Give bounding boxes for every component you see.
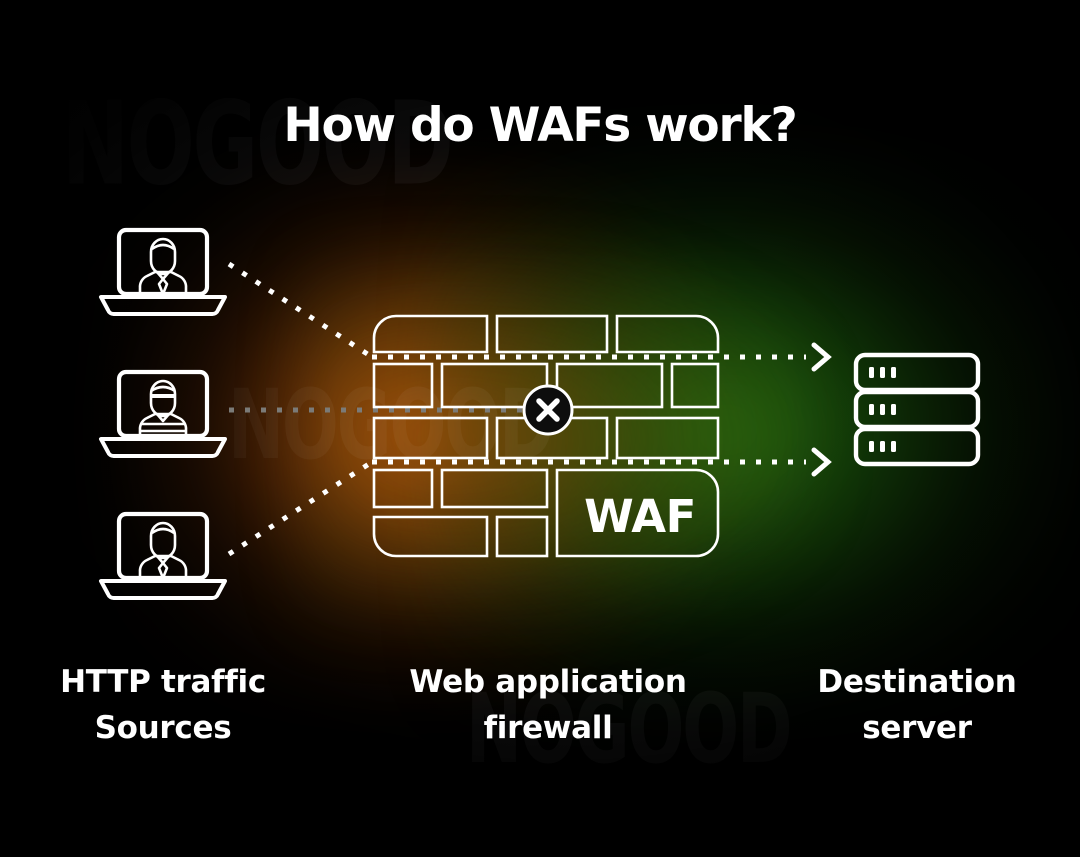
brick-r3-c1 [372,416,489,460]
source-laptop-2 [99,369,227,458]
arrow-head-bottom [811,447,832,477]
waf-label: WAF [584,490,696,543]
brick-r5-c2 [495,515,549,558]
server-unit-2 [853,389,981,430]
brick-r2-c1 [372,362,434,409]
person-figure-1 [138,237,188,296]
brick-r4-c2 [440,468,549,509]
brick-r3-c3 [615,416,720,460]
caption-mid-line-2: firewall [483,709,613,746]
caption-right-line-2: server [862,709,972,746]
caption-left-line-1: HTTP traffic [60,664,266,700]
brick-r2-c3 [555,362,664,409]
person-tie-3 [157,561,169,580]
source-laptop-3 [99,511,227,600]
person-hair-3 [151,527,175,535]
arrow-head-top [811,342,832,372]
brick-r4-c1 [372,468,434,509]
brick-r2-c4 [670,362,720,409]
person-figure-3 [138,521,188,580]
caption-right-line-1: Destination [817,664,1017,700]
laptop-base-1 [99,295,227,316]
hacker-figure-2 [138,379,188,438]
brick-r1-c3 [615,314,720,354]
laptop-base-3 [99,579,227,600]
flow-line-source-1-in [227,261,374,360]
brick-r5-c1 [372,515,489,558]
hacker-stripes-2 [140,422,186,433]
page-title: How do WAFs work? [283,98,797,153]
blocked-marker [522,384,574,436]
laptop-base-2 [99,437,227,458]
caption-left-line-2: Sources [94,709,232,746]
diagram-canvas: NOGOOD NOGOOD NOGOOD [0,0,1080,857]
server-unit-3 [853,426,981,467]
brick-r1-c2 [495,314,609,354]
server-indicator-lights [869,367,896,452]
caption-mid-line-1: Web application [409,664,687,700]
flow-line-source-3-in [227,459,374,557]
hacker-hair-2 [150,385,176,393]
source-laptop-1 [99,227,227,316]
person-tie-1 [157,277,169,296]
caption-http-traffic-sources: HTTP traffic Sources [22,660,304,751]
caption-destination-server: Destination server [786,660,1048,751]
caption-web-application-firewall: Web application firewall [398,660,698,751]
destination-server-icon [853,352,981,467]
server-unit-1 [853,352,981,393]
brick-r1-c1 [372,314,489,354]
person-hair-1 [151,243,175,251]
